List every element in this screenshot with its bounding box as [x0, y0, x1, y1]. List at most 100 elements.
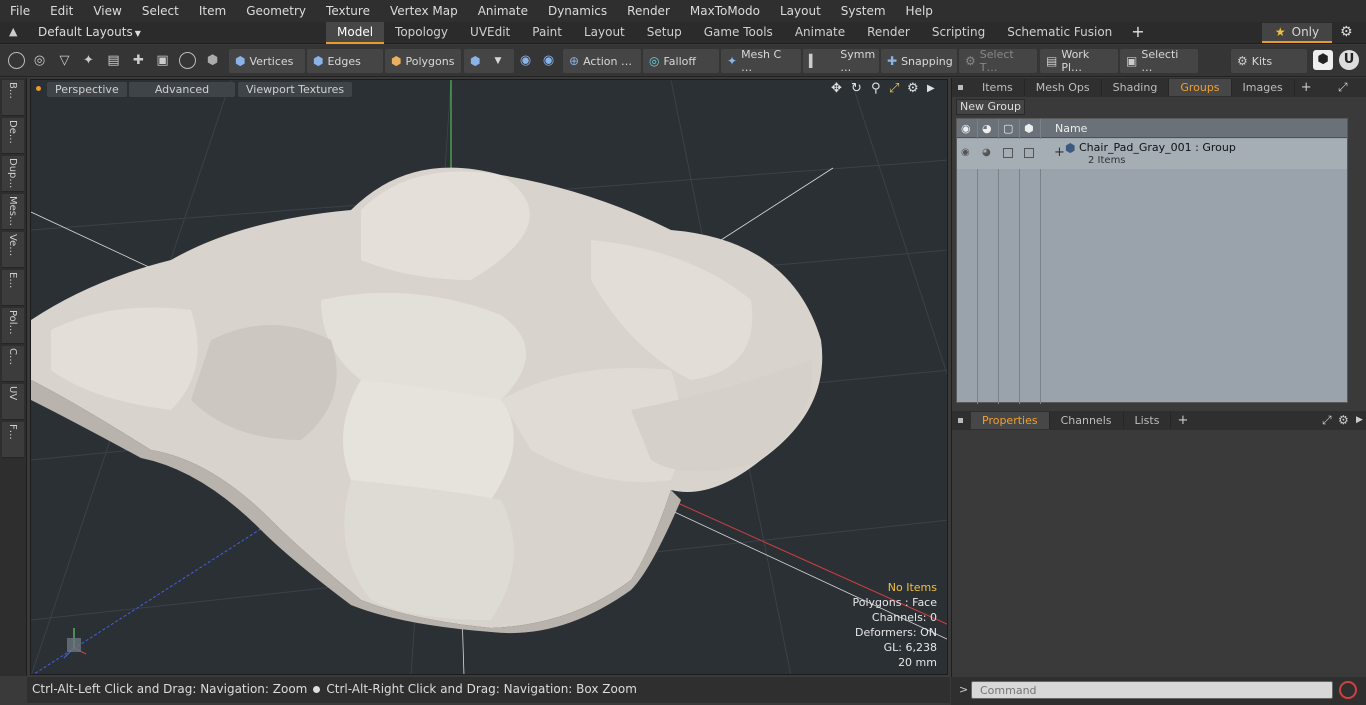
panel-gear-icon[interactable]: ⚙ [1338, 413, 1349, 427]
work-plane-button[interactable]: ▤ Work Pl… [1040, 48, 1118, 74]
unreal-icon[interactable]: U [1339, 50, 1359, 70]
left-tab-edge[interactable]: E… [2, 270, 24, 306]
tab-render[interactable]: Render [856, 22, 921, 44]
maximize-icon[interactable]: ⤢ [889, 81, 899, 96]
menu-layout[interactable]: Layout [770, 0, 831, 22]
layout-dropdown[interactable]: Default Layouts ▼ [38, 25, 141, 39]
menu-dynamics[interactable]: Dynamics [538, 0, 617, 22]
left-tab-deform[interactable]: De… [2, 118, 24, 154]
brush-icon[interactable]: ✦ [80, 52, 97, 69]
transform-icon[interactable]: ✚ [130, 52, 147, 69]
tab-channels[interactable]: Channels [1050, 412, 1124, 429]
menu-animate[interactable]: Animate [468, 0, 538, 22]
group-row[interactable]: ◉ ◕ + ⬢ Chair_Pad_Gray_001 : Group 2 Ite… [957, 139, 1347, 169]
zoom-icon[interactable]: ⚲ [871, 81, 881, 96]
tab-lists[interactable]: Lists [1124, 412, 1172, 429]
gear-icon[interactable]: ⚙ [1340, 24, 1353, 40]
only-button[interactable]: ★ Only [1262, 23, 1332, 43]
render-icon[interactable]: ◕ [982, 122, 992, 135]
edges-button[interactable]: ⬢ Edges [307, 49, 383, 73]
material-mode-button[interactable]: ⬢ ▼ [464, 49, 514, 73]
add-panel-tab-icon[interactable]: + [1295, 80, 1318, 95]
menu-view[interactable]: View [83, 0, 131, 22]
lock-icon[interactable]: ▢ [1003, 122, 1013, 135]
advanced-button[interactable]: Advanced [129, 82, 235, 97]
command-input[interactable] [971, 681, 1333, 699]
rotate-icon[interactable]: ↻ [851, 81, 862, 96]
tab-model[interactable]: Model [326, 22, 385, 44]
expand-plus-icon[interactable]: + [1054, 145, 1065, 160]
record-macro-icon[interactable] [1339, 681, 1357, 699]
left-tab-duplicate[interactable]: Dup… [2, 156, 24, 192]
left-tab-vertex[interactable]: Ve… [2, 232, 24, 268]
left-tab-curve[interactable]: C… [2, 346, 24, 382]
left-tab-polygon[interactable]: Pol… [2, 308, 24, 344]
left-tab-uv[interactable]: UV [2, 384, 24, 420]
selection-sets-button[interactable]: ▣ Selecti … [1120, 48, 1198, 74]
select-icon[interactable]: ⬢ [1024, 122, 1034, 135]
tab-images[interactable]: Images [1232, 79, 1295, 96]
visibility-eye-icon[interactable]: ◉ [961, 122, 971, 135]
mesh-constraints-button[interactable]: ✦ Mesh C … [721, 48, 801, 74]
new-group-button[interactable]: New Group [956, 99, 1025, 115]
tab-game-tools[interactable]: Game Tools [693, 22, 784, 44]
snap-shield-icon[interactable]: ◉ [540, 52, 557, 69]
menu-file[interactable]: File [0, 0, 40, 22]
tab-scripting[interactable]: Scripting [921, 22, 996, 44]
tab-layout[interactable]: Layout [573, 22, 636, 44]
action-center-button[interactable]: ⊕ Action … [563, 49, 641, 73]
add-tab-icon[interactable]: + [1123, 22, 1152, 44]
tab-setup[interactable]: Setup [636, 22, 693, 44]
cube-logo-icon[interactable]: ⬢ [1313, 50, 1333, 70]
symmetry-button[interactable]: ▍ Symm … [803, 48, 879, 74]
menu-maxtomodo[interactable]: MaxToModo [680, 0, 770, 22]
row-render-icon[interactable]: ◕ [982, 147, 991, 158]
row-eye-icon[interactable]: ◉ [961, 147, 970, 158]
falloff-button[interactable]: ◎ Falloff [643, 49, 719, 73]
tab-uvedit[interactable]: UVEdit [459, 22, 521, 44]
tab-shading[interactable]: Shading [1102, 79, 1170, 96]
center-icon[interactable]: ▣ [154, 52, 171, 69]
item-mode-icon[interactable]: ⬢ [204, 52, 221, 69]
tab-topology[interactable]: Topology [384, 22, 459, 44]
panel-arrow-icon[interactable]: ▶ [1356, 415, 1363, 425]
viewport-gear-icon[interactable]: ⚙ [907, 81, 919, 96]
name-column-header[interactable]: Name [1055, 122, 1087, 135]
menu-render[interactable]: Render [617, 0, 680, 22]
align-icon[interactable]: ▤ [105, 52, 122, 69]
add-panel-tab-icon[interactable]: + [1171, 413, 1194, 428]
viewport-textures-button[interactable]: Viewport Textures [238, 82, 353, 97]
kits-button[interactable]: ⚙ Kits [1231, 49, 1307, 73]
menu-help[interactable]: Help [896, 0, 943, 22]
select-circle-icon[interactable] [8, 52, 25, 69]
tab-properties[interactable]: Properties [971, 412, 1050, 429]
menu-vertex-map[interactable]: Vertex Map [380, 0, 468, 22]
select-through-button[interactable]: ⚙ Select T… [959, 48, 1037, 74]
row-lock-checkbox[interactable] [1003, 148, 1013, 158]
row-select-checkbox[interactable] [1024, 148, 1034, 158]
tab-schematic-fusion[interactable]: Schematic Fusion [996, 22, 1123, 44]
lasso-icon[interactable]: ▽ [56, 52, 73, 69]
viewport-menu-arrow-icon[interactable]: ▶ [927, 83, 935, 94]
menu-texture[interactable]: Texture [316, 0, 380, 22]
snapping-button[interactable]: ✚ Snapping [881, 49, 957, 73]
globe-icon[interactable]: ◎ [31, 52, 48, 69]
menu-system[interactable]: System [831, 0, 896, 22]
symmetry-shield-icon[interactable]: ◉ [517, 52, 534, 69]
clock-icon[interactable] [179, 52, 196, 69]
pan-icon[interactable]: ✥ [831, 81, 842, 96]
menu-geometry[interactable]: Geometry [236, 0, 316, 22]
perspective-button[interactable]: Perspective [47, 82, 127, 97]
tab-mesh-ops[interactable]: Mesh Ops [1025, 79, 1102, 96]
tab-animate[interactable]: Animate [784, 22, 856, 44]
left-tab-fusion[interactable]: F… [2, 422, 24, 458]
left-tab-basic[interactable]: B… [2, 80, 24, 116]
menu-item[interactable]: Item [189, 0, 236, 22]
tab-items[interactable]: Items [971, 79, 1025, 96]
3d-viewport[interactable]: Perspective Advanced Viewport Textures ✥… [30, 79, 948, 675]
tab-paint[interactable]: Paint [521, 22, 573, 44]
polygons-button[interactable]: ⬢ Polygons [385, 49, 461, 73]
vertices-button[interactable]: ⬢ Vertices [229, 49, 305, 73]
command-history-icon[interactable]: > [959, 683, 968, 696]
tab-groups[interactable]: Groups [1169, 79, 1232, 96]
